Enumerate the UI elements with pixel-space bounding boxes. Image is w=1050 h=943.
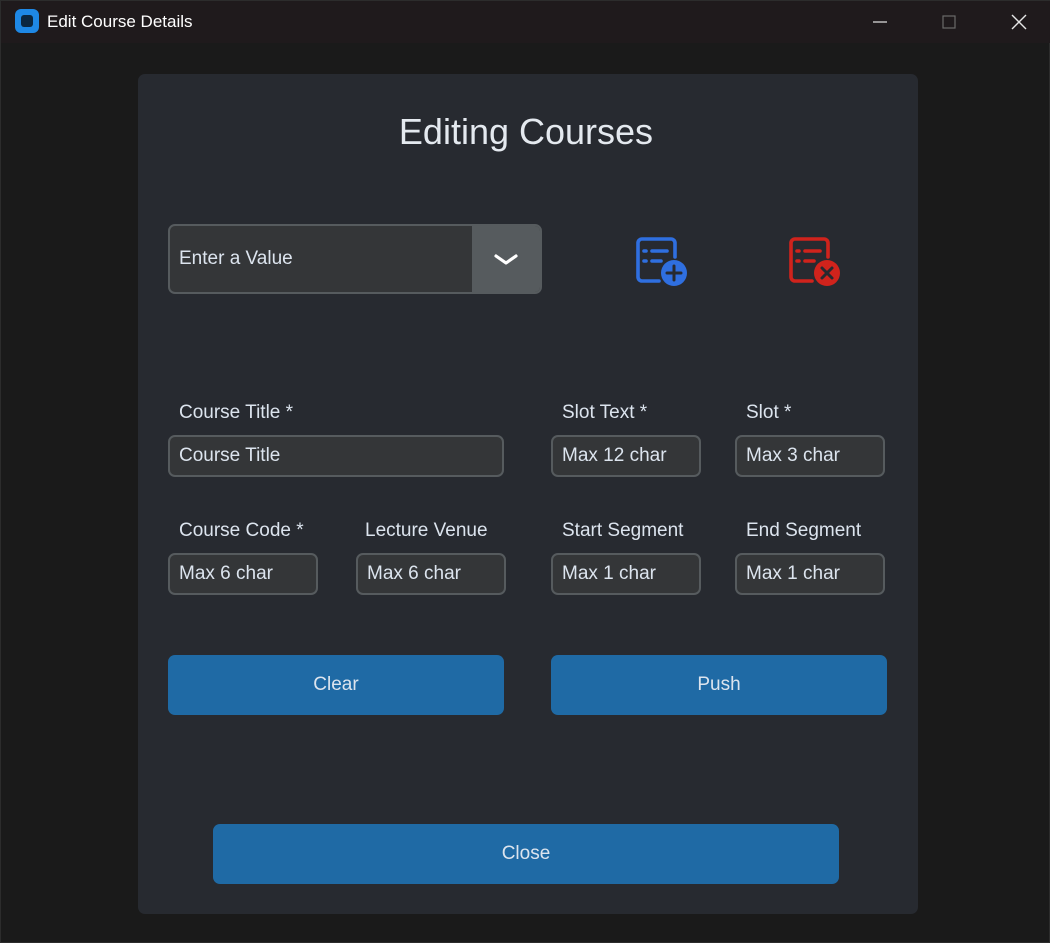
lecture-venue-label: Lecture Venue [365,520,488,541]
combobox-dropdown-button[interactable] [472,226,540,292]
slot-text-input[interactable] [551,435,701,477]
end-segment-input[interactable] [735,553,885,595]
chevron-down-icon [494,254,518,265]
slot-text-label: Slot Text * [562,402,648,423]
add-course-button[interactable] [631,231,691,291]
maximize-icon [942,15,956,29]
course-title-label: Course Title * [179,402,294,423]
start-segment-input[interactable] [551,553,701,595]
clear-button[interactable]: Clear [168,655,504,715]
close-icon [1011,14,1027,30]
course-combobox[interactable]: Enter a Value [168,224,542,294]
course-title-input[interactable] [168,435,504,477]
title-bar[interactable]: Edit Course Details [1,1,1050,43]
lecture-venue-input[interactable] [356,553,506,595]
remove-course-button[interactable] [784,231,844,291]
push-button[interactable]: Push [551,655,887,715]
slot-input[interactable] [735,435,885,477]
close-button[interactable]: Close [213,824,839,884]
course-code-input[interactable] [168,553,318,595]
list-add-icon [636,237,687,286]
minimize-button[interactable] [845,1,915,43]
window-title: Edit Course Details [47,12,193,31]
course-code-label: Course Code * [179,520,304,541]
app-icon [15,9,39,33]
start-segment-label: Start Segment [562,520,684,541]
maximize-button[interactable] [914,1,984,43]
list-remove-icon [789,237,840,286]
end-segment-label: End Segment [746,520,862,541]
edit-panel [138,74,918,914]
combobox-value[interactable]: Enter a Value [179,248,293,270]
minimize-icon [873,21,887,23]
page-title: Editing Courses [398,111,654,152]
app-window: Edit Course Details Editing Courses Ente… [0,0,1050,943]
slot-label: Slot * [746,402,792,423]
close-window-button[interactable] [984,1,1050,43]
